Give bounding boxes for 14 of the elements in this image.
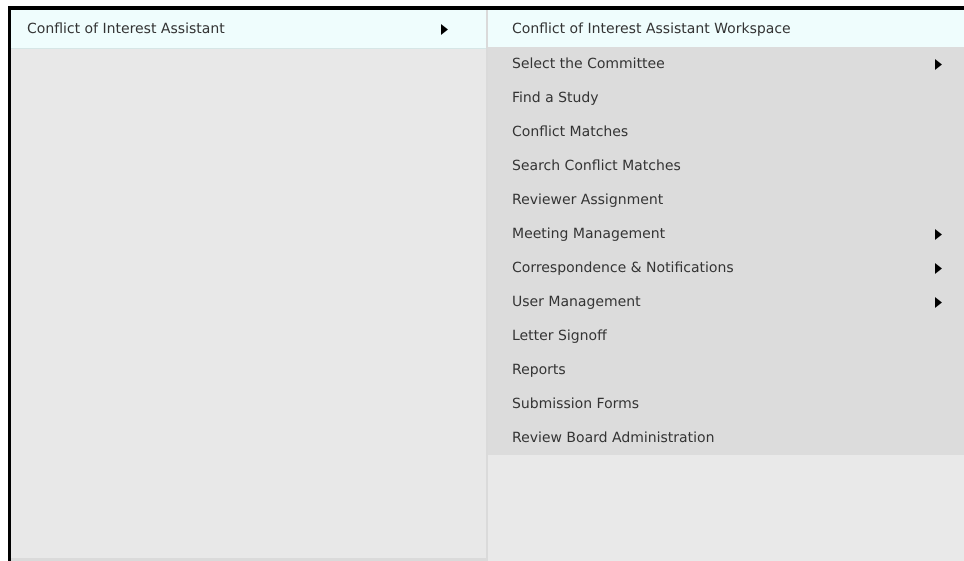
menu-item[interactable]: Reviewer Assignment bbox=[488, 183, 964, 217]
menu-item[interactable]: Conflict of Interest Assistant bbox=[11, 10, 486, 49]
menu-item[interactable]: Correspondence & Notifications bbox=[488, 251, 964, 285]
menu-item[interactable]: User Management bbox=[488, 285, 964, 319]
menu-item[interactable]: Meeting Management bbox=[488, 217, 964, 251]
menu-item[interactable]: Conflict of Interest Assistant Workspace bbox=[488, 10, 964, 47]
menu-item[interactable]: Letter Signoff bbox=[488, 319, 964, 353]
menu-item[interactable]: Review Board Administration bbox=[488, 421, 964, 455]
menu-item[interactable]: Search Conflict Matches bbox=[488, 149, 964, 183]
menu-item[interactable]: Submission Forms bbox=[488, 387, 964, 421]
menu-item[interactable]: Find a Study bbox=[488, 81, 964, 115]
menu-item[interactable]: Select the Committee bbox=[488, 47, 964, 81]
menu-item[interactable]: Conflict Matches bbox=[488, 115, 964, 149]
menu-item[interactable]: Reports bbox=[488, 353, 964, 387]
